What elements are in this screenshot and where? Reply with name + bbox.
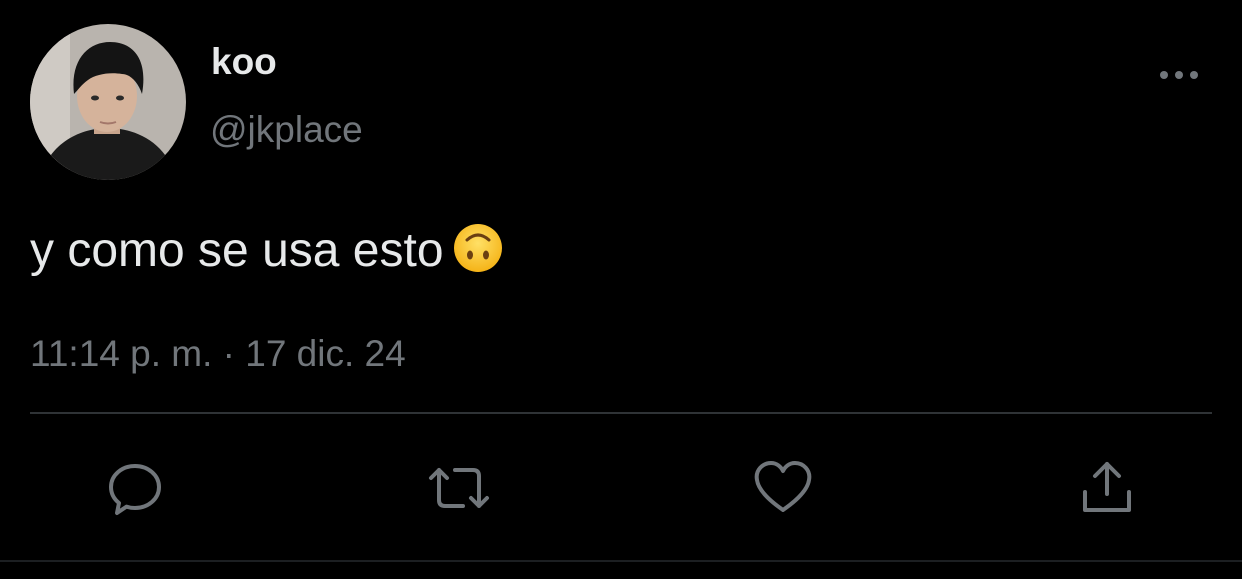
more-options-button[interactable] [1152,58,1206,92]
tweet-timestamp[interactable]: 11:14 p. m. · 17 dic. 24 [30,330,406,378]
share-icon [1083,462,1131,512]
share-button[interactable] [1075,456,1139,520]
author-display-name[interactable]: koo [211,40,277,84]
tweet-text: y como se usa esto [30,224,444,277]
bottom-divider [0,560,1242,562]
retweet-icon [429,468,489,508]
retweet-button[interactable] [427,456,491,520]
avatar[interactable] [30,24,186,180]
like-button[interactable] [751,456,815,520]
upside-down-face-emoji-icon [452,222,504,274]
avatar-image [30,24,186,180]
author-handle[interactable]: @jkplace [210,108,363,152]
divider [30,412,1212,414]
tweet-body: y como se usa esto [30,222,504,280]
like-icon [754,461,812,512]
reply-button[interactable] [103,456,167,520]
reply-icon [109,464,161,515]
more-icon [1160,71,1198,79]
